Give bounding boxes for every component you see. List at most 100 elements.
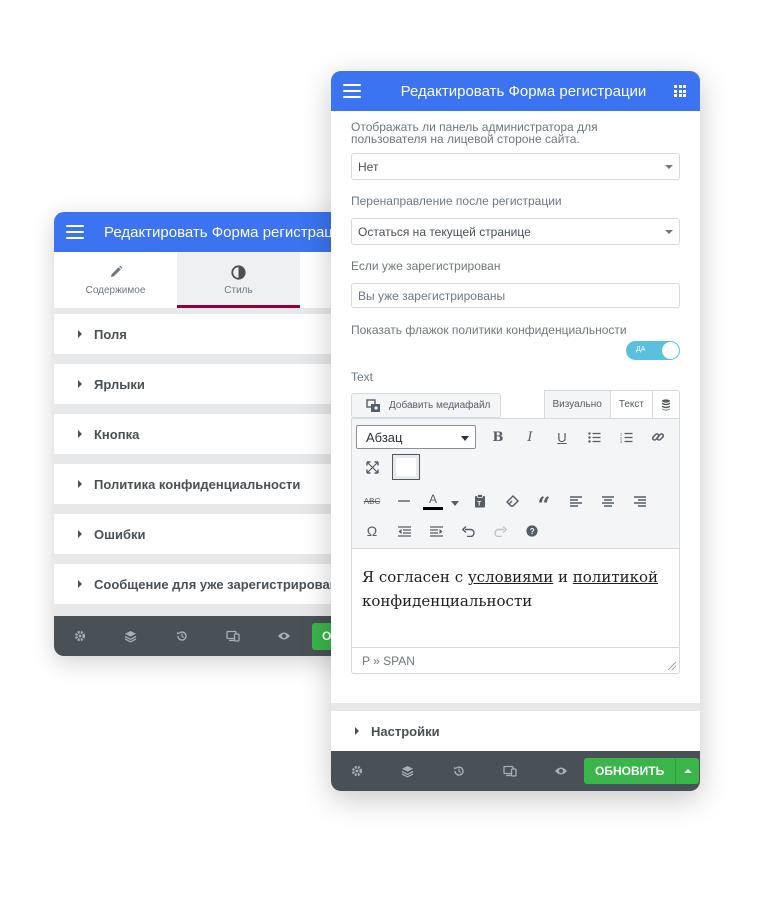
toggle-knob: [662, 342, 679, 359]
update-button[interactable]: ОБНОВИТЬ: [584, 758, 676, 784]
editor-content[interactable]: Я согласен с условиями и политикой конфид…: [352, 549, 679, 647]
editor-mode-tabs: Визуально Текст: [543, 390, 680, 418]
caret-right-icon: [78, 580, 82, 588]
caret-right-icon: [78, 330, 82, 338]
section-fields[interactable]: Поля: [54, 314, 354, 354]
paste-text-icon[interactable]: T: [464, 486, 496, 516]
widgets-grid-icon[interactable]: [674, 85, 686, 97]
tab-style[interactable]: Стиль: [177, 252, 300, 308]
caret-up-icon: [683, 769, 692, 773]
panel-title: Редактировать Форма регистрации: [104, 223, 350, 241]
chevron-down-icon: [461, 436, 469, 441]
terms-link[interactable]: условиями: [468, 568, 553, 586]
tab-text[interactable]: Текст: [609, 390, 652, 418]
settings-icon[interactable]: [54, 616, 105, 656]
align-left-icon[interactable]: [560, 486, 592, 516]
privacy-toggle-switch[interactable]: ДА: [626, 341, 680, 360]
contrast-icon: [231, 264, 246, 280]
undo-icon[interactable]: [452, 516, 484, 546]
editor-toolbar: Абзац B I U 123 ABC A T “ Ω ?: [352, 419, 679, 549]
resize-handle-icon[interactable]: [668, 662, 676, 670]
save-options-button[interactable]: [675, 758, 700, 784]
svg-text:T: T: [477, 501, 481, 508]
section-privacy[interactable]: Политика конфиденциальности: [54, 464, 354, 504]
preview-eye-icon[interactable]: [535, 751, 586, 791]
indent-icon[interactable]: [420, 516, 452, 546]
editor-top-bar: Добавить медиафайл Визуально Текст: [351, 390, 680, 418]
tab-label: Содержимое: [85, 285, 146, 296]
admin-bar-select[interactable]: Нет: [351, 153, 680, 180]
panel-title: Редактировать Форма регистрации: [400, 82, 647, 100]
privacy-link[interactable]: политикой: [573, 568, 658, 586]
outdent-icon[interactable]: [388, 516, 420, 546]
panel-header: Редактировать Форма регистрации: [331, 71, 700, 111]
tab-visual[interactable]: Визуально: [543, 390, 610, 418]
link-icon[interactable]: [642, 422, 674, 452]
hamburger-menu-icon[interactable]: [66, 225, 84, 239]
redirect-select[interactable]: Остаться на текущей странице: [351, 218, 680, 245]
back-editor-panel: Редактировать Форма регистрации Содержим…: [54, 212, 354, 656]
bold-icon[interactable]: B: [482, 422, 514, 452]
chevron-down-icon: [665, 230, 673, 234]
section-list: Поля Ярлыки Кнопка Политика конфиденциал…: [54, 308, 354, 604]
section-button[interactable]: Кнопка: [54, 414, 354, 454]
align-center-icon[interactable]: [592, 486, 624, 516]
front-editor-panel: Редактировать Форма регистрации Отобража…: [331, 71, 700, 791]
caret-right-icon: [78, 380, 82, 388]
responsive-icon[interactable]: [207, 616, 258, 656]
svg-text:?: ?: [530, 527, 535, 536]
redirect-label: Перенаправление после регистрации: [351, 194, 562, 208]
section-labels[interactable]: Ярлыки: [54, 364, 354, 404]
responsive-icon[interactable]: [484, 751, 535, 791]
fullscreen-icon[interactable]: [356, 452, 388, 482]
tab-content[interactable]: Содержимое: [54, 252, 177, 308]
admin-bar-label: Отображать ли панель администратора для …: [351, 120, 598, 146]
caret-right-icon: [355, 727, 359, 735]
text-color-icon[interactable]: A: [420, 486, 446, 516]
text-field-label: Text: [351, 370, 374, 384]
caret-right-icon: [78, 430, 82, 438]
caret-right-icon: [78, 480, 82, 488]
help-icon[interactable]: ?: [516, 516, 548, 546]
panel-footer: ОБНОВИТЬ: [331, 751, 700, 791]
underline-icon[interactable]: U: [546, 422, 578, 452]
tab-label: Стиль: [224, 285, 253, 296]
redo-icon[interactable]: [484, 516, 516, 546]
already-registered-input[interactable]: Вы уже зарегистрированы: [351, 283, 680, 308]
layers-icon[interactable]: [105, 616, 156, 656]
panel-tabs: Содержимое Стиль Р: [54, 252, 354, 308]
special-character-icon[interactable]: Ω: [356, 516, 388, 546]
horizontal-line-icon[interactable]: [388, 486, 420, 516]
align-right-icon[interactable]: [624, 486, 656, 516]
text-color-dropdown-icon[interactable]: [446, 486, 464, 516]
history-icon[interactable]: [156, 616, 207, 656]
paragraph-format-select[interactable]: Абзац: [356, 425, 476, 449]
section-registered-message[interactable]: Сообщение для уже зарегистрированных: [54, 564, 354, 604]
blockquote-icon[interactable]: “: [528, 486, 560, 519]
caret-right-icon: [78, 530, 82, 538]
panel-footer: ОБНОВИТЬ: [54, 616, 354, 656]
chevron-down-icon: [665, 165, 673, 169]
strikethrough-icon[interactable]: ABC: [356, 486, 388, 516]
section-settings[interactable]: Настройки: [331, 703, 700, 751]
clear-formatting-icon[interactable]: [496, 486, 528, 516]
panel-header: Редактировать Форма регистрации: [54, 212, 354, 252]
numbered-list-icon[interactable]: 123: [610, 422, 642, 452]
layers-icon[interactable]: [382, 751, 433, 791]
svg-text:3: 3: [620, 439, 623, 443]
controls-area: Отображать ли панель администратора для …: [331, 121, 700, 674]
database-icon: [662, 398, 670, 411]
pencil-icon: [109, 264, 123, 280]
already-registered-label: Если уже зарегистрирован: [351, 259, 501, 273]
bullet-list-icon[interactable]: [578, 422, 610, 452]
settings-icon[interactable]: [331, 751, 382, 791]
dynamic-tags-button[interactable]: [652, 390, 680, 418]
add-media-button[interactable]: Добавить медиафайл: [351, 393, 502, 418]
section-errors[interactable]: Ошибки: [54, 514, 354, 554]
history-icon[interactable]: [433, 751, 484, 791]
preview-eye-icon[interactable]: [258, 616, 309, 656]
toolbar-toggle-button[interactable]: [392, 454, 420, 480]
hamburger-menu-icon[interactable]: [343, 84, 361, 98]
element-path-bar: P » SPAN: [352, 647, 679, 673]
italic-icon[interactable]: I: [514, 422, 546, 452]
